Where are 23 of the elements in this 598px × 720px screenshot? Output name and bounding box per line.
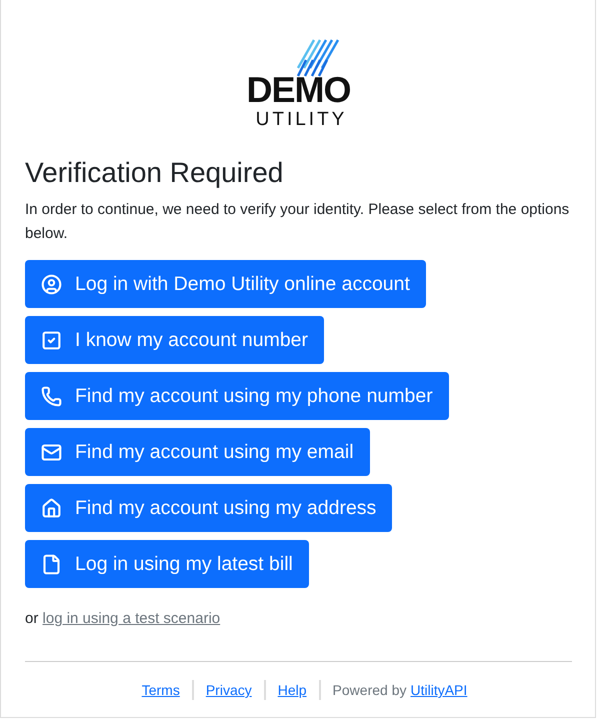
footer-link[interactable]: Terms	[130, 682, 192, 698]
option-button[interactable]: Find my account using my email	[25, 428, 370, 476]
alternative-text: or log in using a test scenario	[25, 610, 222, 627]
envelope-icon	[41, 442, 62, 462]
document-icon	[41, 554, 62, 574]
option-button[interactable]: Find my account using my address	[25, 484, 392, 532]
test-scenario-link[interactable]: log in using a test scenario	[42, 610, 220, 627]
phone-icon	[41, 386, 62, 406]
footer-link[interactable]: Privacy	[194, 682, 264, 698]
option-button[interactable]: I know my account number	[25, 316, 324, 364]
intro-text: In order to continue, we need to verify your identity. Please select from the options below.	[25, 200, 570, 244]
logo-subtitle: UTILITY	[256, 108, 348, 132]
checkbox-icon	[41, 330, 62, 350]
powered-by-text: Powered by	[332, 682, 406, 698]
footer-link[interactable]: Help	[266, 682, 319, 698]
option-button[interactable]: Log in using my latest bill	[25, 540, 309, 588]
option-button[interactable]: Log in with Demo Utility online account	[25, 260, 426, 308]
powered-by-link[interactable]: UtilityAPI	[410, 682, 468, 698]
logo-name: DEMO	[246, 72, 350, 108]
page-title: Verification Required	[25, 156, 284, 190]
option-button[interactable]: Find my account using my phone number	[25, 372, 449, 420]
user-circle-icon	[41, 274, 62, 294]
house-icon	[41, 498, 62, 518]
